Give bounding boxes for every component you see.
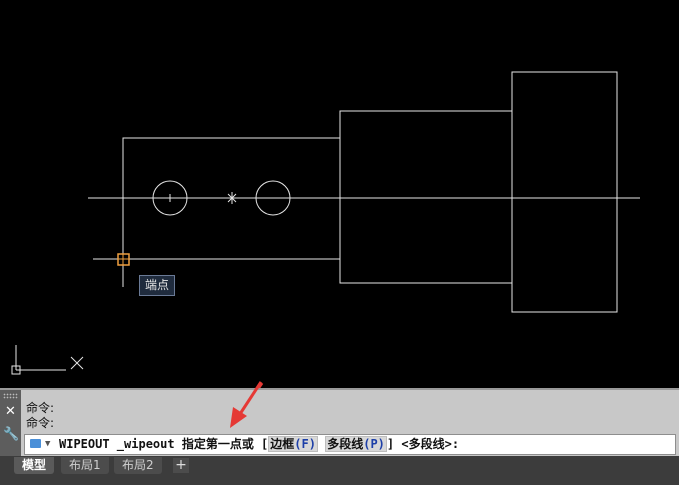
cursor-star-icon xyxy=(226,192,238,204)
snap-tooltip: 端点 xyxy=(139,275,176,296)
ucs-icon xyxy=(11,345,84,375)
wrench-icon[interactable]: 🔧 xyxy=(3,427,19,442)
layout-tab-bar: 模型 布局1 布局2 + xyxy=(0,456,679,485)
tab-layout1[interactable]: 布局1 xyxy=(61,457,109,474)
close-icon[interactable]: ✕ xyxy=(3,404,18,419)
option-frame[interactable]: 边框(F) xyxy=(268,436,318,452)
shaft-section-3 xyxy=(511,71,618,313)
drawing-canvas[interactable]: 端点 xyxy=(0,0,679,388)
command-history: 命令: 命令: xyxy=(26,401,54,431)
command-line-panel: ✕ 🔧 命令: 命令: ▼ WIPEOUT _wipeout 指定第一点或 [边… xyxy=(0,388,679,458)
tab-layout2[interactable]: 布局2 xyxy=(114,457,162,474)
command-panel-sidebar: ✕ 🔧 xyxy=(0,390,21,458)
shaft-section-2 xyxy=(339,110,513,284)
tab-model[interactable]: 模型 xyxy=(14,457,55,474)
history-line: 命令: xyxy=(26,401,55,415)
grip-handle[interactable] xyxy=(3,393,18,399)
command-input[interactable]: ▼ WIPEOUT _wipeout 指定第一点或 [边框(F) 多段线(P)]… xyxy=(24,434,676,455)
shaft-section-1 xyxy=(122,137,340,287)
drawing-geometry xyxy=(11,71,640,388)
add-layout-button[interactable]: + xyxy=(173,458,189,473)
command-prompt-icon[interactable] xyxy=(30,439,41,448)
command-prompt-text: WIPEOUT _wipeout 指定第一点或 [边框(F) 多段线(P)] <… xyxy=(59,436,460,452)
chevron-down-icon[interactable]: ▼ xyxy=(45,435,50,454)
option-polyline[interactable]: 多段线(P) xyxy=(325,436,387,452)
history-line: 命令: xyxy=(26,416,55,430)
